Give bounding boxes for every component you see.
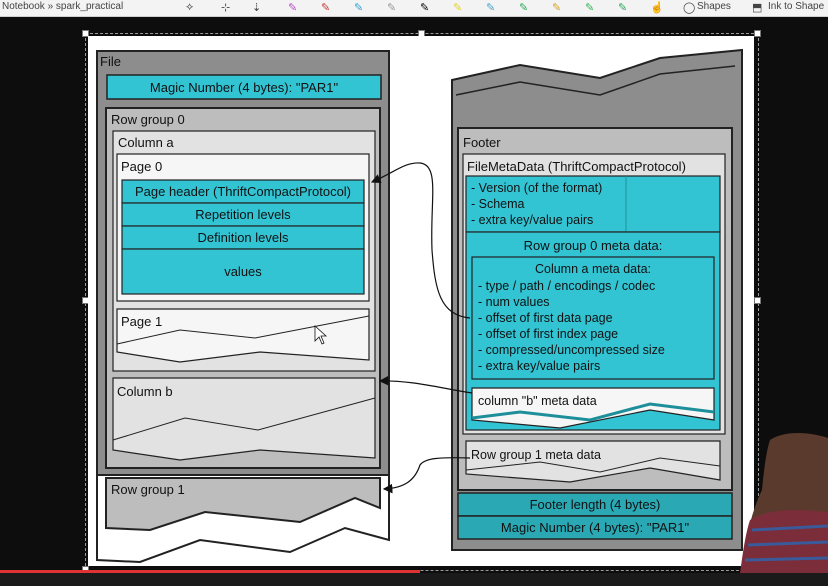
row-group-0-metadata-title: Row group 0 meta data: bbox=[524, 238, 663, 253]
footer-box: Footer FileMetaData (ThriftCompactProtoc… bbox=[451, 48, 743, 551]
lasso-select-icon[interactable]: ⟡ bbox=[186, 1, 193, 14]
breadcrumb[interactable]: Notebook » spark_practical bbox=[2, 1, 123, 12]
pen-tool-icon[interactable]: ✎ bbox=[354, 1, 363, 14]
parquet-file-format-diagram: File Magic Number (4 bytes): "PAR1" Row … bbox=[88, 36, 754, 566]
repetition-levels-label: Repetition levels bbox=[195, 207, 291, 222]
ink-to-shape-label[interactable]: Ink to Shape bbox=[768, 1, 824, 12]
pen-tool-icon[interactable]: ✎ bbox=[618, 1, 627, 14]
pen-tool-icon[interactable]: ✎ bbox=[486, 1, 495, 14]
pen-tool-icon[interactable]: ✎ bbox=[552, 1, 561, 14]
file-metadata-item: - Version (of the format) bbox=[471, 181, 602, 195]
file-magic-number: Magic Number (4 bytes): "PAR1" bbox=[150, 80, 339, 95]
resize-handle-top-right[interactable] bbox=[754, 30, 761, 37]
file-box: File Magic Number (4 bytes): "PAR1" Row … bbox=[96, 50, 390, 564]
row-group-1-title: Row group 1 bbox=[111, 482, 185, 497]
definition-levels-label: Definition levels bbox=[197, 230, 289, 245]
add-space-icon[interactable]: ⊹ bbox=[221, 1, 230, 14]
column-b-title: Column b bbox=[117, 384, 173, 399]
file-metadata-title: FileMetaData (ThriftCompactProtocol) bbox=[467, 159, 686, 174]
column-a-title: Column a bbox=[118, 135, 174, 150]
pen-tool-icon[interactable]: ✎ bbox=[453, 1, 462, 14]
pen-tool-icon[interactable]: ✎ bbox=[387, 1, 396, 14]
values-label: values bbox=[224, 264, 262, 279]
column-a-metadata-item: - num values bbox=[478, 295, 550, 309]
row-group-0-title: Row group 0 bbox=[111, 112, 185, 127]
shapes-icon[interactable]: ◯ bbox=[683, 1, 695, 14]
presenter-video-overlay bbox=[740, 433, 828, 574]
pen-tool-icon[interactable]: ✎ bbox=[321, 1, 330, 14]
ink-to-shape-icon[interactable]: ⬒ bbox=[752, 1, 762, 14]
column-a-metadata-item: - offset of first index page bbox=[478, 327, 618, 341]
footer-magic-number: Magic Number (4 bytes): "PAR1" bbox=[501, 520, 690, 535]
pen-tool-icon[interactable]: ✎ bbox=[519, 1, 528, 14]
page-1-title: Page 1 bbox=[121, 314, 162, 329]
page-header-label: Page header (ThriftCompactProtocol) bbox=[135, 184, 351, 199]
column-a-metadata-item: - compressed/uncompressed size bbox=[478, 343, 665, 357]
video-control-bar[interactable] bbox=[0, 573, 828, 586]
pen-tool-icon[interactable]: ✎ bbox=[288, 1, 297, 14]
insert-space-icon[interactable]: ⇣ bbox=[252, 1, 261, 14]
column-a-metadata-item: - extra key/value pairs bbox=[478, 359, 600, 373]
pen-tool-icon[interactable]: ✎ bbox=[420, 1, 429, 14]
touch-draw-icon[interactable]: ☝ bbox=[650, 1, 664, 14]
pen-tool-icon[interactable]: ✎ bbox=[585, 1, 594, 14]
footer-title: Footer bbox=[463, 135, 501, 150]
row-group-1-metadata-label: Row group 1 meta data bbox=[471, 448, 601, 462]
page-0-title: Page 0 bbox=[121, 159, 162, 174]
shapes-label[interactable]: Shapes bbox=[697, 1, 731, 12]
file-title: File bbox=[100, 54, 121, 69]
app-toolbar: Notebook » spark_practical ⟡ ⊹ ⇣ ✎ ✎ ✎ ✎ ✎ ✎ ✎… bbox=[0, 0, 828, 17]
column-a-metadata-title: Column a meta data: bbox=[535, 262, 651, 276]
column-a-metadata-item: - offset of first data page bbox=[478, 311, 613, 325]
column-a-metadata-item: - type / path / encodings / codec bbox=[478, 279, 655, 293]
column-b-metadata-label: column "b" meta data bbox=[478, 394, 597, 408]
footer-length-label: Footer length (4 bytes) bbox=[530, 497, 661, 512]
resize-handle-right[interactable] bbox=[754, 297, 761, 304]
file-metadata-item: - Schema bbox=[471, 197, 525, 211]
file-metadata-item: - extra key/value pairs bbox=[471, 213, 593, 227]
